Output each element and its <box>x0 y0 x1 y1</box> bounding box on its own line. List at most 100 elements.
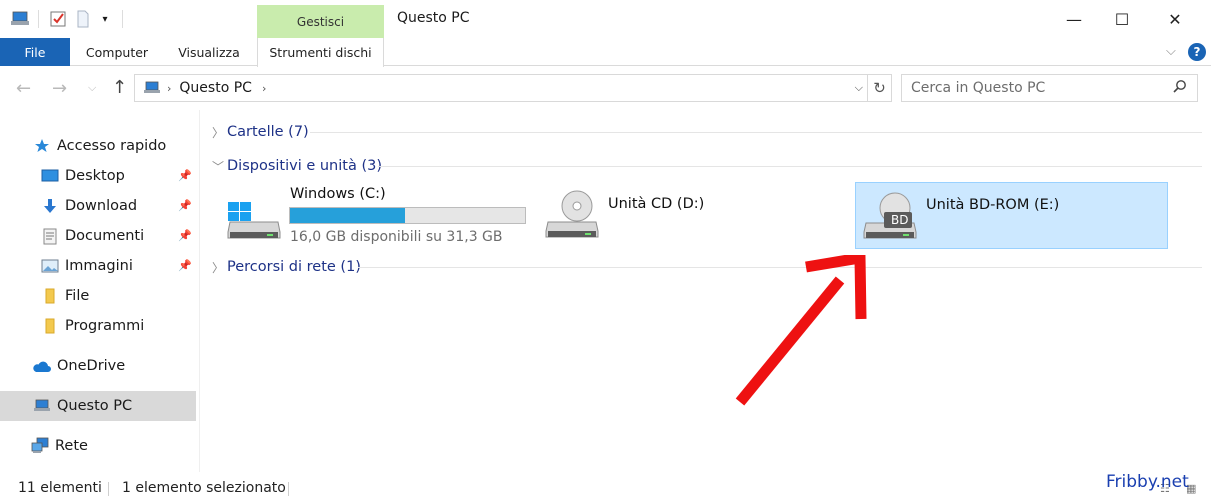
properties-icon[interactable] <box>46 8 70 30</box>
sidebar-item-label: Programmi <box>65 318 145 334</box>
folder-icon <box>41 287 59 305</box>
context-tab-group-manage[interactable]: Gestisci <box>257 5 384 38</box>
cd-drive-icon <box>544 188 600 246</box>
folder-icon <box>41 317 59 335</box>
breadcrumb-this-pc[interactable]: Questo PC <box>179 80 252 96</box>
close-button[interactable]: ✕ <box>1152 0 1198 38</box>
sidebar-item-label: Rete <box>55 438 88 454</box>
tab-file[interactable]: File <box>0 38 70 66</box>
refresh-icon[interactable]: ↻ <box>867 75 891 101</box>
tab-view[interactable]: Visualizza <box>170 38 248 66</box>
sidebar-item-label: Documenti <box>65 228 145 244</box>
pin-icon: 📌 <box>178 169 192 182</box>
sidebar-item-label: Questo PC <box>57 398 133 414</box>
ribbon-tab-row: File Computer Visualizza Strumenti disch… <box>0 38 1211 67</box>
documents-icon <box>41 227 59 245</box>
pin-icon: 📌 <box>178 229 192 242</box>
group-header-devices[interactable]: ﹀ Dispositivi e unità (3) <box>212 155 382 177</box>
chevron-down-icon: ﹀ <box>212 159 225 174</box>
bd-rom-drive-icon <box>862 191 918 247</box>
download-icon <box>41 197 59 215</box>
drive-name: Windows (C:) <box>290 186 386 202</box>
status-divider <box>288 482 289 496</box>
selection-count: 1 elemento selezionato <box>122 480 286 496</box>
tab-drive-tools[interactable]: Strumenti dischi <box>257 38 384 67</box>
sidebar-item-desktop[interactable]: Desktop 📌 <box>0 161 196 191</box>
status-bar: 11 elementi 1 elemento selezionato ☷ ▦ <box>0 472 1211 502</box>
content-area: 〉 Cartelle (7) ﹀ Dispositivi e unità (3)… <box>200 110 1211 472</box>
title-bar: ▾ Questo PC — ☐ ✕ <box>0 0 1211 38</box>
drive-tile-c[interactable]: Windows (C:) 16,0 GB disponibili su 31,3… <box>220 182 540 250</box>
close-icon: ✕ <box>1168 9 1182 29</box>
sidebar-item-this-pc[interactable]: Questo PC <box>0 391 196 421</box>
new-folder-icon[interactable] <box>72 8 94 30</box>
sidebar-item-download[interactable]: Download 📌 <box>0 191 196 221</box>
desktop-icon <box>41 167 59 185</box>
item-count: 11 elementi <box>18 480 102 496</box>
breadcrumb-chevron-icon[interactable]: › <box>262 82 266 95</box>
annotation-arrow <box>735 255 867 406</box>
maximize-icon: ☐ <box>1114 9 1130 29</box>
search-placeholder: Cerca in Questo PC <box>911 80 1046 96</box>
drive-tile-e[interactable]: BD Unità BD-ROM (E:) <box>855 182 1168 249</box>
recent-locations-chevron-icon[interactable]: ⌵ <box>88 81 96 95</box>
group-label: Cartelle (7) <box>227 124 309 140</box>
sidebar-item-label: Accesso rapido <box>57 138 167 154</box>
cloud-icon <box>31 357 51 375</box>
sidebar-item-label: Immagini <box>65 258 133 274</box>
sidebar-item-quick-access[interactable]: Accesso rapido <box>0 131 196 161</box>
drive-usage-fill <box>290 208 406 223</box>
drive-tile-d[interactable]: Unità CD (D:) <box>540 182 840 250</box>
pictures-icon <box>41 257 59 275</box>
star-icon <box>33 137 51 155</box>
pin-icon: 📌 <box>178 199 192 212</box>
group-divider <box>310 132 1202 133</box>
help-icon[interactable]: ? <box>1188 43 1206 61</box>
pin-icon: 📌 <box>178 259 192 272</box>
sidebar-item-label: Download <box>65 198 138 214</box>
minimize-button[interactable]: — <box>1051 0 1097 38</box>
computer-icon <box>143 81 161 95</box>
window-title: Questo PC <box>397 10 470 26</box>
sidebar-item-documents[interactable]: Documenti 📌 <box>0 221 196 251</box>
navigation-pane: Accesso rapido Desktop 📌 Download 📌 Docu… <box>0 110 200 472</box>
address-bar[interactable]: › Questo PC › ⌵ ↻ <box>134 74 892 102</box>
sidebar-item-file[interactable]: File <box>0 281 196 311</box>
sidebar-item-network[interactable]: Rete <box>0 431 196 461</box>
sidebar-item-programs[interactable]: Programmi <box>0 311 196 341</box>
back-arrow-icon[interactable]: ← <box>16 78 31 99</box>
group-divider <box>378 166 1202 167</box>
chevron-right-icon: 〉 <box>212 125 225 140</box>
sidebar-item-label: File <box>65 288 90 304</box>
network-icon <box>31 437 49 455</box>
drive-free-space: 16,0 GB disponibili su 31,3 GB <box>290 229 503 245</box>
drive-usage-bar <box>289 207 526 224</box>
expand-ribbon-icon[interactable]: ⌵ <box>1166 44 1176 59</box>
sidebar-item-pictures[interactable]: Immagini 📌 <box>0 251 196 281</box>
sidebar-item-onedrive[interactable]: OneDrive <box>0 351 196 381</box>
watermark: Fribby.net <box>1106 472 1189 492</box>
drive-name: Unità CD (D:) <box>608 196 705 212</box>
bd-badge: BD <box>891 213 909 227</box>
maximize-button[interactable]: ☐ <box>1099 0 1145 38</box>
minimize-icon: — <box>1066 9 1082 29</box>
forward-arrow-icon[interactable]: → <box>52 78 67 99</box>
group-label: Dispositivi e unità (3) <box>227 158 382 174</box>
drive-name: Unità BD-ROM (E:) <box>926 197 1060 213</box>
computer-icon <box>33 397 51 415</box>
group-header-folders[interactable]: 〉 Cartelle (7) <box>212 121 309 143</box>
quick-access-toolbar-dropdown-icon[interactable]: ▾ <box>96 8 114 30</box>
search-icon[interactable] <box>1173 79 1187 97</box>
search-input[interactable]: Cerca in Questo PC <box>901 74 1198 102</box>
windows-drive-icon <box>226 200 282 246</box>
address-dropdown-icon[interactable]: ⌵ <box>855 81 863 95</box>
status-divider <box>108 482 109 496</box>
group-header-network[interactable]: 〉 Percorsi di rete (1) <box>212 256 361 278</box>
sidebar-item-label: Desktop <box>65 168 125 184</box>
chevron-right-icon: 〉 <box>212 260 225 275</box>
breadcrumb-separator-icon: › <box>167 81 172 95</box>
file-explorer-window: ▾ Questo PC — ☐ ✕ Gestisci File Computer… <box>0 0 1211 502</box>
computer-app-icon[interactable] <box>8 8 32 30</box>
tab-computer[interactable]: Computer <box>76 38 158 66</box>
up-arrow-icon[interactable]: ↑ <box>112 77 127 98</box>
